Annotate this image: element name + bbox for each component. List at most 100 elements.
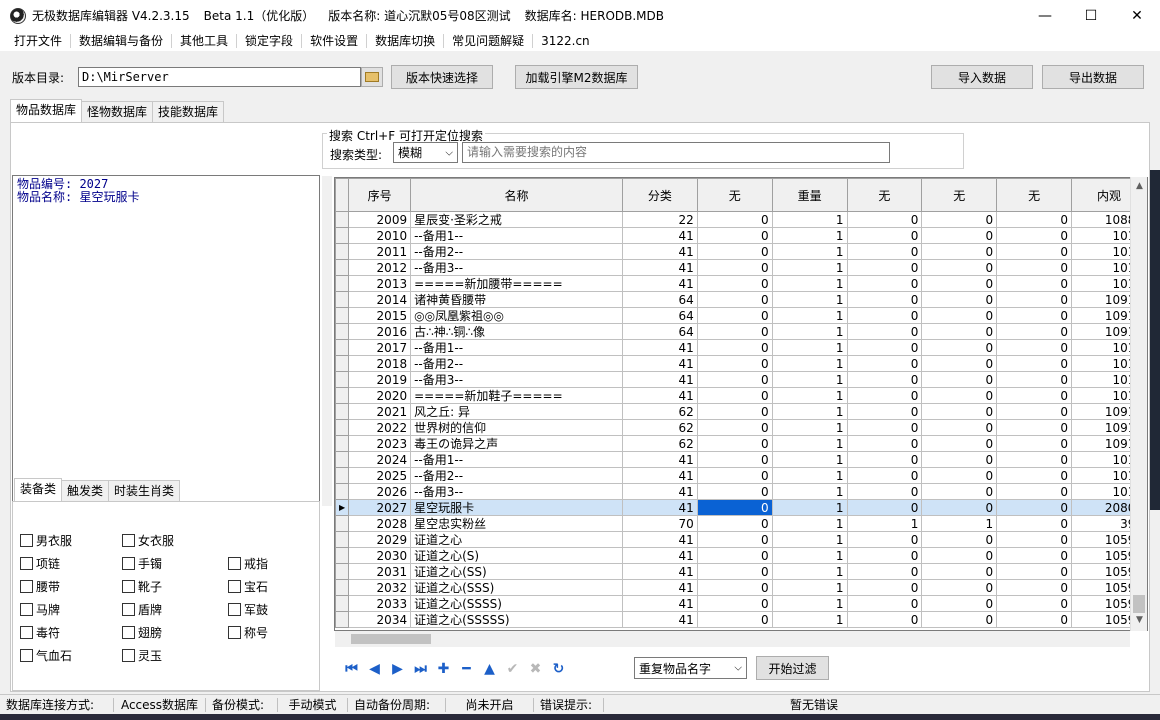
table-cell[interactable]: 1 — [771, 499, 848, 516]
table-row[interactable]: 2021 风之丘: 异 62 0 1 0 0 0 10910 — [335, 403, 1147, 420]
category-checkbox[interactable]: 手镯 — [122, 555, 162, 572]
first-record-icon[interactable]: ⏮ — [340, 657, 363, 681]
checkbox-icon[interactable] — [122, 649, 135, 662]
table-cell[interactable]: 0 — [996, 339, 1073, 356]
table-cell[interactable]: 0 — [846, 595, 923, 612]
table-cell[interactable]: 2027 — [348, 499, 412, 516]
table-cell[interactable]: 0 — [696, 595, 773, 612]
table-cell[interactable]: 2029 — [348, 531, 412, 548]
table-cell[interactable]: 41 — [621, 579, 698, 596]
table-cell[interactable]: 1 — [771, 307, 848, 324]
category-checkbox[interactable]: 腰带 — [20, 578, 60, 595]
table-cell[interactable]: 0 — [846, 227, 923, 244]
table-cell[interactable]: 0 — [921, 323, 998, 340]
table-cell[interactable]: 2011 — [348, 243, 412, 260]
tab-items[interactable]: 物品数据库 — [10, 99, 83, 122]
table-cell[interactable]: 1 — [771, 467, 848, 484]
table-row[interactable]: 2028星空忠实粉丝7001110393 — [335, 515, 1147, 532]
checkbox-icon[interactable] — [122, 580, 135, 593]
table-row[interactable]: 2029 证道之心 41 0 1 0 0 0 10594 — [335, 531, 1147, 548]
table-cell[interactable]: 41 — [621, 371, 698, 388]
table-cell[interactable]: 0 — [846, 243, 923, 260]
table-cell[interactable]: 0 — [696, 499, 773, 516]
table-cell[interactable]: 64 — [621, 323, 698, 340]
column-header[interactable]: 无 — [696, 178, 773, 212]
table-cell[interactable]: 0 — [846, 579, 923, 596]
row-indicator[interactable] — [335, 483, 350, 500]
table-cell[interactable]: 0 — [921, 467, 998, 484]
table-row[interactable]: 2033 证道之心(SSSS) 41 0 1 0 0 0 10593 — [335, 595, 1147, 612]
table-cell[interactable]: --备用1-- — [410, 227, 623, 244]
table-cell[interactable]: 星空忠实粉丝 — [410, 515, 623, 532]
table-cell[interactable]: 1 — [771, 611, 848, 628]
table-cell[interactable]: 0 — [996, 467, 1073, 484]
table-cell[interactable]: 0 — [921, 451, 998, 468]
table-cell[interactable]: 2022 — [348, 419, 412, 436]
column-header[interactable]: 无 — [846, 178, 923, 212]
table-cell[interactable]: 0 — [921, 387, 998, 404]
table-cell[interactable]: 0 — [696, 355, 773, 372]
menu-db-switch[interactable]: 数据库切换 — [367, 34, 445, 48]
tab-equipment[interactable]: 装备类 — [14, 478, 63, 501]
table-cell[interactable]: --备用3-- — [410, 483, 623, 500]
table-cell[interactable]: 0 — [846, 339, 923, 356]
table-cell[interactable]: 1 — [771, 515, 848, 532]
table-cell[interactable]: 0 — [996, 579, 1073, 596]
table-cell[interactable]: 0 — [921, 211, 998, 228]
table-cell[interactable]: 41 — [621, 387, 698, 404]
table-cell[interactable]: =====新加腰带===== — [410, 275, 623, 292]
table-cell[interactable]: 41 — [621, 531, 698, 548]
table-cell[interactable]: 0 — [696, 243, 773, 260]
table-cell[interactable]: 0 — [996, 211, 1073, 228]
table-cell[interactable]: 2032 — [348, 579, 412, 596]
table-cell[interactable]: 0 — [921, 291, 998, 308]
checkbox-icon[interactable] — [228, 626, 241, 639]
table-cell[interactable]: 2015 — [348, 307, 412, 324]
filter-select[interactable]: 重复物品名字 ⌵ — [634, 657, 747, 679]
table-cell[interactable]: 0 — [996, 275, 1073, 292]
table-cell[interactable]: 2031 — [348, 563, 412, 580]
table-cell[interactable]: 0 — [921, 547, 998, 564]
table-cell[interactable]: 64 — [621, 307, 698, 324]
category-checkbox[interactable]: 翅膀 — [122, 624, 162, 641]
table-row[interactable]: ▶ 2027 星空玩服卡 41 0 1 0 0 0 20801 — [335, 499, 1147, 516]
table-cell[interactable]: 0 — [846, 435, 923, 452]
prior-record-icon[interactable]: ◀ — [363, 657, 386, 681]
table-row[interactable]: 2018 --备用2-- 41 0 1 0 0 0 1010 — [335, 355, 1147, 372]
table-cell[interactable]: 1 — [771, 595, 848, 612]
table-cell[interactable]: 41 — [621, 259, 698, 276]
table-cell[interactable]: 0 — [996, 563, 1073, 580]
table-cell[interactable]: --备用1-- — [410, 451, 623, 468]
table-cell[interactable]: 0 — [921, 499, 998, 516]
table-row[interactable]: 2010 --备用1-- 41 0 1 0 0 0 1010 — [335, 227, 1147, 244]
minimize-button[interactable]: — — [1022, 0, 1068, 31]
table-cell[interactable]: 星空玩服卡 — [410, 499, 623, 516]
table-cell[interactable]: 0 — [846, 307, 923, 324]
table-cell[interactable]: 证道之心(SS) — [410, 563, 623, 580]
table-cell[interactable]: 2034 — [348, 611, 412, 628]
checkbox-icon[interactable] — [122, 534, 135, 547]
table-cell[interactable]: --备用3-- — [410, 371, 623, 388]
table-cell[interactable]: 0 — [846, 403, 923, 420]
table-cell[interactable]: 62 — [621, 403, 698, 420]
category-checkbox[interactable]: 戒指 — [228, 555, 268, 572]
table-cell[interactable]: 0 — [921, 243, 998, 260]
table-cell[interactable]: 星辰变·圣彩之戒 — [410, 211, 623, 228]
next-record-icon[interactable]: ▶ — [386, 657, 409, 681]
table-cell[interactable]: 0 — [846, 563, 923, 580]
table-cell[interactable]: 0 — [846, 211, 923, 228]
table-cell[interactable]: 0 — [846, 451, 923, 468]
category-checkbox[interactable]: 军鼓 — [228, 601, 268, 618]
table-cell[interactable]: 0 — [996, 611, 1073, 628]
checkbox-icon[interactable] — [228, 603, 241, 616]
table-cell[interactable]: 0 — [921, 531, 998, 548]
table-cell[interactable]: 70 — [621, 515, 698, 532]
table-cell[interactable]: 2012 — [348, 259, 412, 276]
table-cell[interactable]: 0 — [696, 371, 773, 388]
table-cell[interactable]: 1 — [771, 259, 848, 276]
table-cell[interactable]: 毒王の诡异之声 — [410, 435, 623, 452]
table-cell[interactable]: 1 — [771, 547, 848, 564]
menu-faq[interactable]: 常见问题解疑 — [444, 34, 534, 48]
table-cell[interactable]: 0 — [921, 403, 998, 420]
last-record-icon[interactable]: ⏭ — [409, 657, 432, 681]
